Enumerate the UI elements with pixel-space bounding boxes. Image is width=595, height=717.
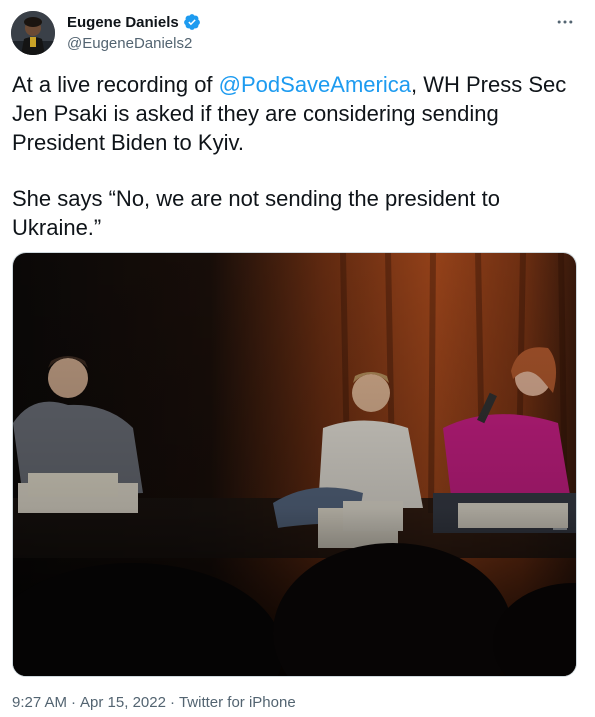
mention-link[interactable]: @PodSaveAmerica xyxy=(219,72,411,97)
tweet-source[interactable]: Twitter for iPhone xyxy=(179,694,296,711)
tweet-date[interactable]: Apr 15, 2022 xyxy=(80,694,166,711)
tweet-paragraph-1: At a live recording of @PodSaveAmerica, … xyxy=(12,70,582,157)
user-handle[interactable]: @EugeneDaniels2 xyxy=(67,35,201,52)
tweet-paragraph-2: She says “No, we are not sending the pre… xyxy=(12,186,500,240)
verified-badge-icon xyxy=(183,13,201,31)
avatar[interactable] xyxy=(11,11,55,55)
display-name[interactable]: Eugene Daniels xyxy=(67,14,179,31)
stage-photo xyxy=(13,253,576,676)
tweet-meta: 9:27 AM · Apr 15, 2022 · Twitter for iPhone xyxy=(12,694,296,711)
meta-separator-2: · xyxy=(169,694,175,711)
tweet-card: Eugene Daniels @EugeneDaniels2 At a live… xyxy=(0,0,595,717)
author-block: Eugene Daniels @EugeneDaniels2 xyxy=(67,12,201,52)
more-horizontal-icon[interactable] xyxy=(553,10,577,34)
avatar-photo xyxy=(11,11,55,55)
tweet-text: At a live recording of @PodSaveAmerica, … xyxy=(12,70,582,242)
tweet-time[interactable]: 9:27 AM xyxy=(12,694,67,711)
meta-separator: · xyxy=(71,694,77,711)
tweet-photo[interactable] xyxy=(12,252,577,677)
name-row: Eugene Daniels xyxy=(67,12,201,32)
tweet-text-prefix: At a live recording of xyxy=(12,72,219,97)
